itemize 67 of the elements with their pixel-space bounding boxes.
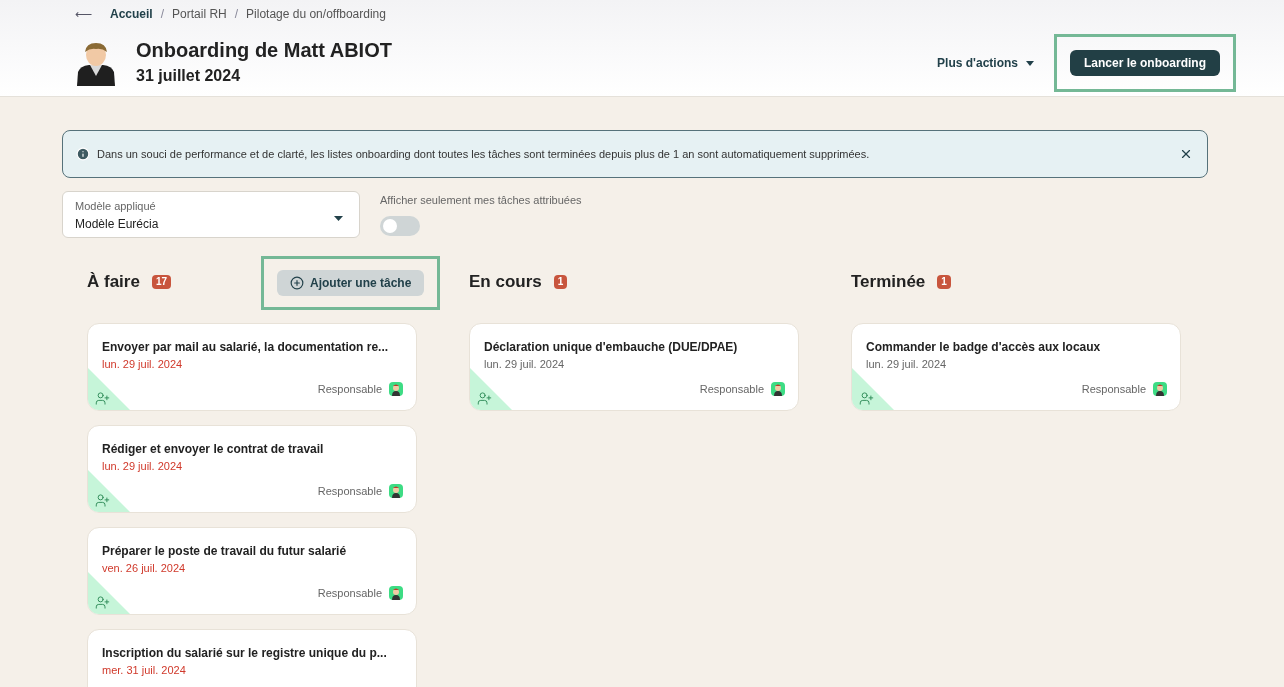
count-badge: 1 [553, 275, 568, 289]
plus-icon [290, 276, 304, 290]
task-card[interactable]: Déclaration unique d'embauche (DUE/DPAE) lun. 29 juil. 2024 Responsable [469, 323, 799, 411]
template-select[interactable]: Modèle appliqué Modèle Eurécia [62, 191, 360, 238]
assign-user-icon[interactable] [95, 391, 110, 406]
back-arrow[interactable]: ⟵ [75, 5, 92, 23]
breadcrumb-separator: / [160, 6, 165, 23]
toggle-switch[interactable] [380, 215, 420, 236]
info-icon [76, 147, 90, 161]
task-title: Inscription du salarié sur le registre unique du p... [102, 645, 387, 662]
column-title: À faire [87, 271, 140, 294]
more-actions-button[interactable]: Plus d'actions [937, 54, 1034, 72]
task-date: lun. 29 juil. 2024 [866, 357, 948, 372]
assignee-label: Responsable [1081, 381, 1146, 397]
user-avatar-icon [389, 483, 403, 498]
add-task-button[interactable]: Ajouter une tâche [277, 270, 425, 296]
corner-decoration [88, 470, 130, 512]
page-title: Onboarding de Matt ABIOT [136, 38, 392, 63]
assignee-label: Responsable [317, 585, 382, 601]
assign-user-icon[interactable] [95, 595, 110, 610]
task-title: Rédiger et envoyer le contrat de travail [102, 441, 324, 458]
breadcrumb-link[interactable]: Portail RH [172, 5, 227, 23]
task-date: mer. 31 juil. 2024 [102, 663, 187, 678]
caret-icon [334, 216, 343, 221]
select-value: Modèle Eurécia [75, 215, 159, 233]
count-badge: 17 [151, 275, 172, 289]
assign-user-icon[interactable] [95, 493, 110, 508]
corner-decoration [88, 572, 130, 614]
corner-decoration [852, 368, 894, 410]
assignee-label: Responsable [317, 381, 382, 397]
task-card[interactable]: Inscription du salarié sur le registre unique du p... mer. 31 juil. 2024 [87, 629, 417, 687]
task-title: Envoyer par mail au salarié, la documentation re... [102, 339, 389, 356]
task-card[interactable]: Envoyer par mail au salarié, la documentation re... lun. 29 juil. 2024 Responsable [87, 323, 417, 411]
page-date: 31 juillet 2024 [136, 66, 242, 86]
breadcrumb-link[interactable]: Pilotage du on/offboarding [246, 5, 386, 23]
task-card[interactable]: Préparer le poste de travail du futur salarié ven. 26 juil. 2024 Responsable [87, 527, 417, 615]
assignee-label: Responsable [317, 483, 382, 499]
task-card[interactable]: Commander le badge d'accès aux locaux lun. 29 juil. 2024 Responsable [851, 323, 1181, 411]
assign-user-icon[interactable] [859, 391, 874, 406]
column-title: En cours [469, 271, 542, 294]
assign-user-icon[interactable] [477, 391, 492, 406]
info-text: Dans un souci de performance et de clarté, les listes onboarding dont toutes les tâches sont terminées depuis plus de 1 an sont automatiquement supprimées. [97, 146, 870, 162]
user-avatar-icon [771, 381, 785, 396]
task-card[interactable]: Rédiger et envoyer le contrat de travail lun. 29 juil. 2024 Responsable [87, 425, 417, 513]
task-title: Commander le badge d'accès aux locaux [866, 339, 1101, 356]
task-date: ven. 26 juil. 2024 [102, 561, 187, 576]
user-avatar-icon [1153, 381, 1167, 396]
toggle-label: Afficher seulement mes tâches attribuées [380, 193, 582, 208]
task-date: lun. 29 juil. 2024 [102, 459, 184, 474]
assignee-label: Responsable [699, 381, 764, 397]
task-title: Déclaration unique d'embauche (DUE/DPAE) [484, 339, 738, 356]
corner-decoration [88, 368, 130, 410]
corner-decoration [470, 368, 512, 410]
user-avatar-icon [389, 381, 403, 396]
task-title: Préparer le poste de travail du futur salarié [102, 543, 347, 560]
task-date: lun. 29 juil. 2024 [484, 357, 566, 372]
task-date: lun. 29 juil. 2024 [102, 357, 184, 372]
close-icon[interactable] [1179, 147, 1193, 161]
breadcrumb-separator: / [234, 6, 239, 23]
column-title: Terminée [851, 271, 926, 294]
caret-icon [1026, 60, 1034, 66]
person-avatar [75, 40, 117, 86]
select-label: Modèle appliqué [75, 199, 157, 214]
launch-onboarding-button[interactable]: Lancer le onboarding [1070, 50, 1220, 76]
breadcrumb-link[interactable]: Accueil [110, 5, 153, 23]
count-badge: 1 [937, 275, 951, 289]
user-avatar-icon [389, 585, 403, 600]
